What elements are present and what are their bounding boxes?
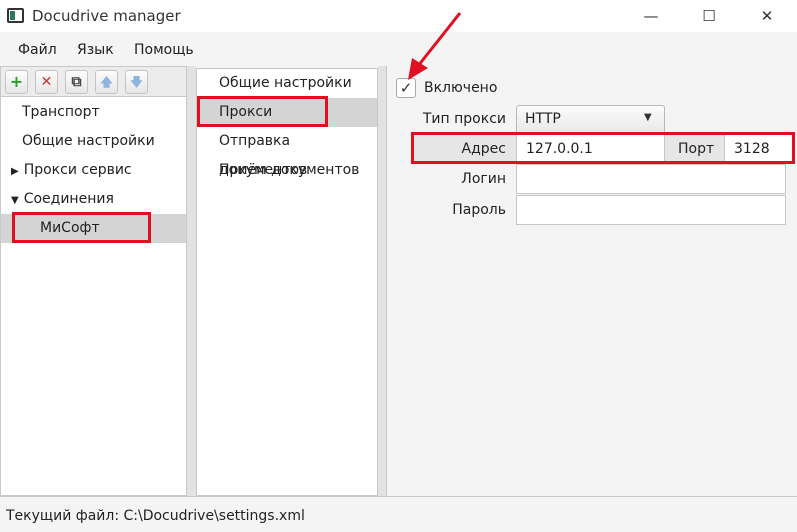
collapsed-arrow-icon[interactable]: ▶ — [11, 166, 19, 177]
tree-item-label: Общие настройки — [22, 133, 155, 149]
tree-item-proxy-service[interactable]: ▶ Прокси сервис — [1, 156, 186, 185]
annotation-box-misoft — [12, 212, 151, 243]
menu-bar — [0, 32, 797, 66]
minimize-button[interactable]: — — [628, 0, 674, 32]
delete-button[interactable]: ✕ — [35, 70, 58, 94]
tree-item-label: Соединения — [23, 191, 114, 207]
copy-button[interactable]: ⧉ — [65, 70, 88, 94]
app-icon — [7, 8, 24, 23]
move-up-button[interactable]: 🡅 — [95, 70, 118, 94]
expanded-arrow-icon[interactable]: ▼ — [11, 195, 19, 206]
proxy-type-label: Тип прокси — [422, 111, 506, 127]
annotation-arrow-icon — [408, 12, 462, 80]
tree-item-connections[interactable]: ▼ Соединения — [1, 185, 186, 214]
tree-item-label: Прокси сервис — [23, 162, 132, 178]
password-input[interactable] — [516, 195, 786, 225]
splitter-right[interactable] — [378, 66, 386, 496]
tree-item-label: Транспорт — [22, 104, 100, 120]
section-receiving[interactable]: Приём документов — [197, 156, 377, 185]
move-down-button[interactable]: 🡇 — [125, 70, 148, 94]
menu-file[interactable]: Файл — [18, 42, 57, 58]
menu-help[interactable]: Помощь — [134, 42, 194, 58]
menu-language[interactable]: Язык — [77, 42, 114, 58]
current-file-status: Текущий файл: C:\Docudrive\settings.xml — [6, 508, 305, 524]
close-button[interactable]: ✕ — [744, 0, 790, 32]
add-button[interactable]: + — [5, 70, 28, 94]
password-label: Пароль — [452, 202, 506, 218]
proxy-type-value: HTTP — [525, 111, 561, 127]
splitter-left[interactable] — [187, 66, 196, 496]
chevron-down-icon: ▼ — [644, 112, 652, 123]
window-title: Docudrive manager — [32, 7, 181, 25]
annotation-box-proxy — [197, 96, 328, 127]
login-label: Логин — [461, 171, 506, 187]
tree-item-transport[interactable]: Транспорт — [1, 98, 186, 127]
login-input[interactable] — [516, 164, 786, 194]
annotation-box-address — [411, 132, 795, 164]
section-sending[interactable]: Отправка документов — [197, 127, 377, 178]
section-general[interactable]: Общие настройки — [197, 69, 377, 98]
tree-item-general[interactable]: Общие настройки — [1, 127, 186, 156]
tree-toolbar — [1, 67, 186, 97]
maximize-button[interactable]: ☐ — [686, 0, 732, 32]
